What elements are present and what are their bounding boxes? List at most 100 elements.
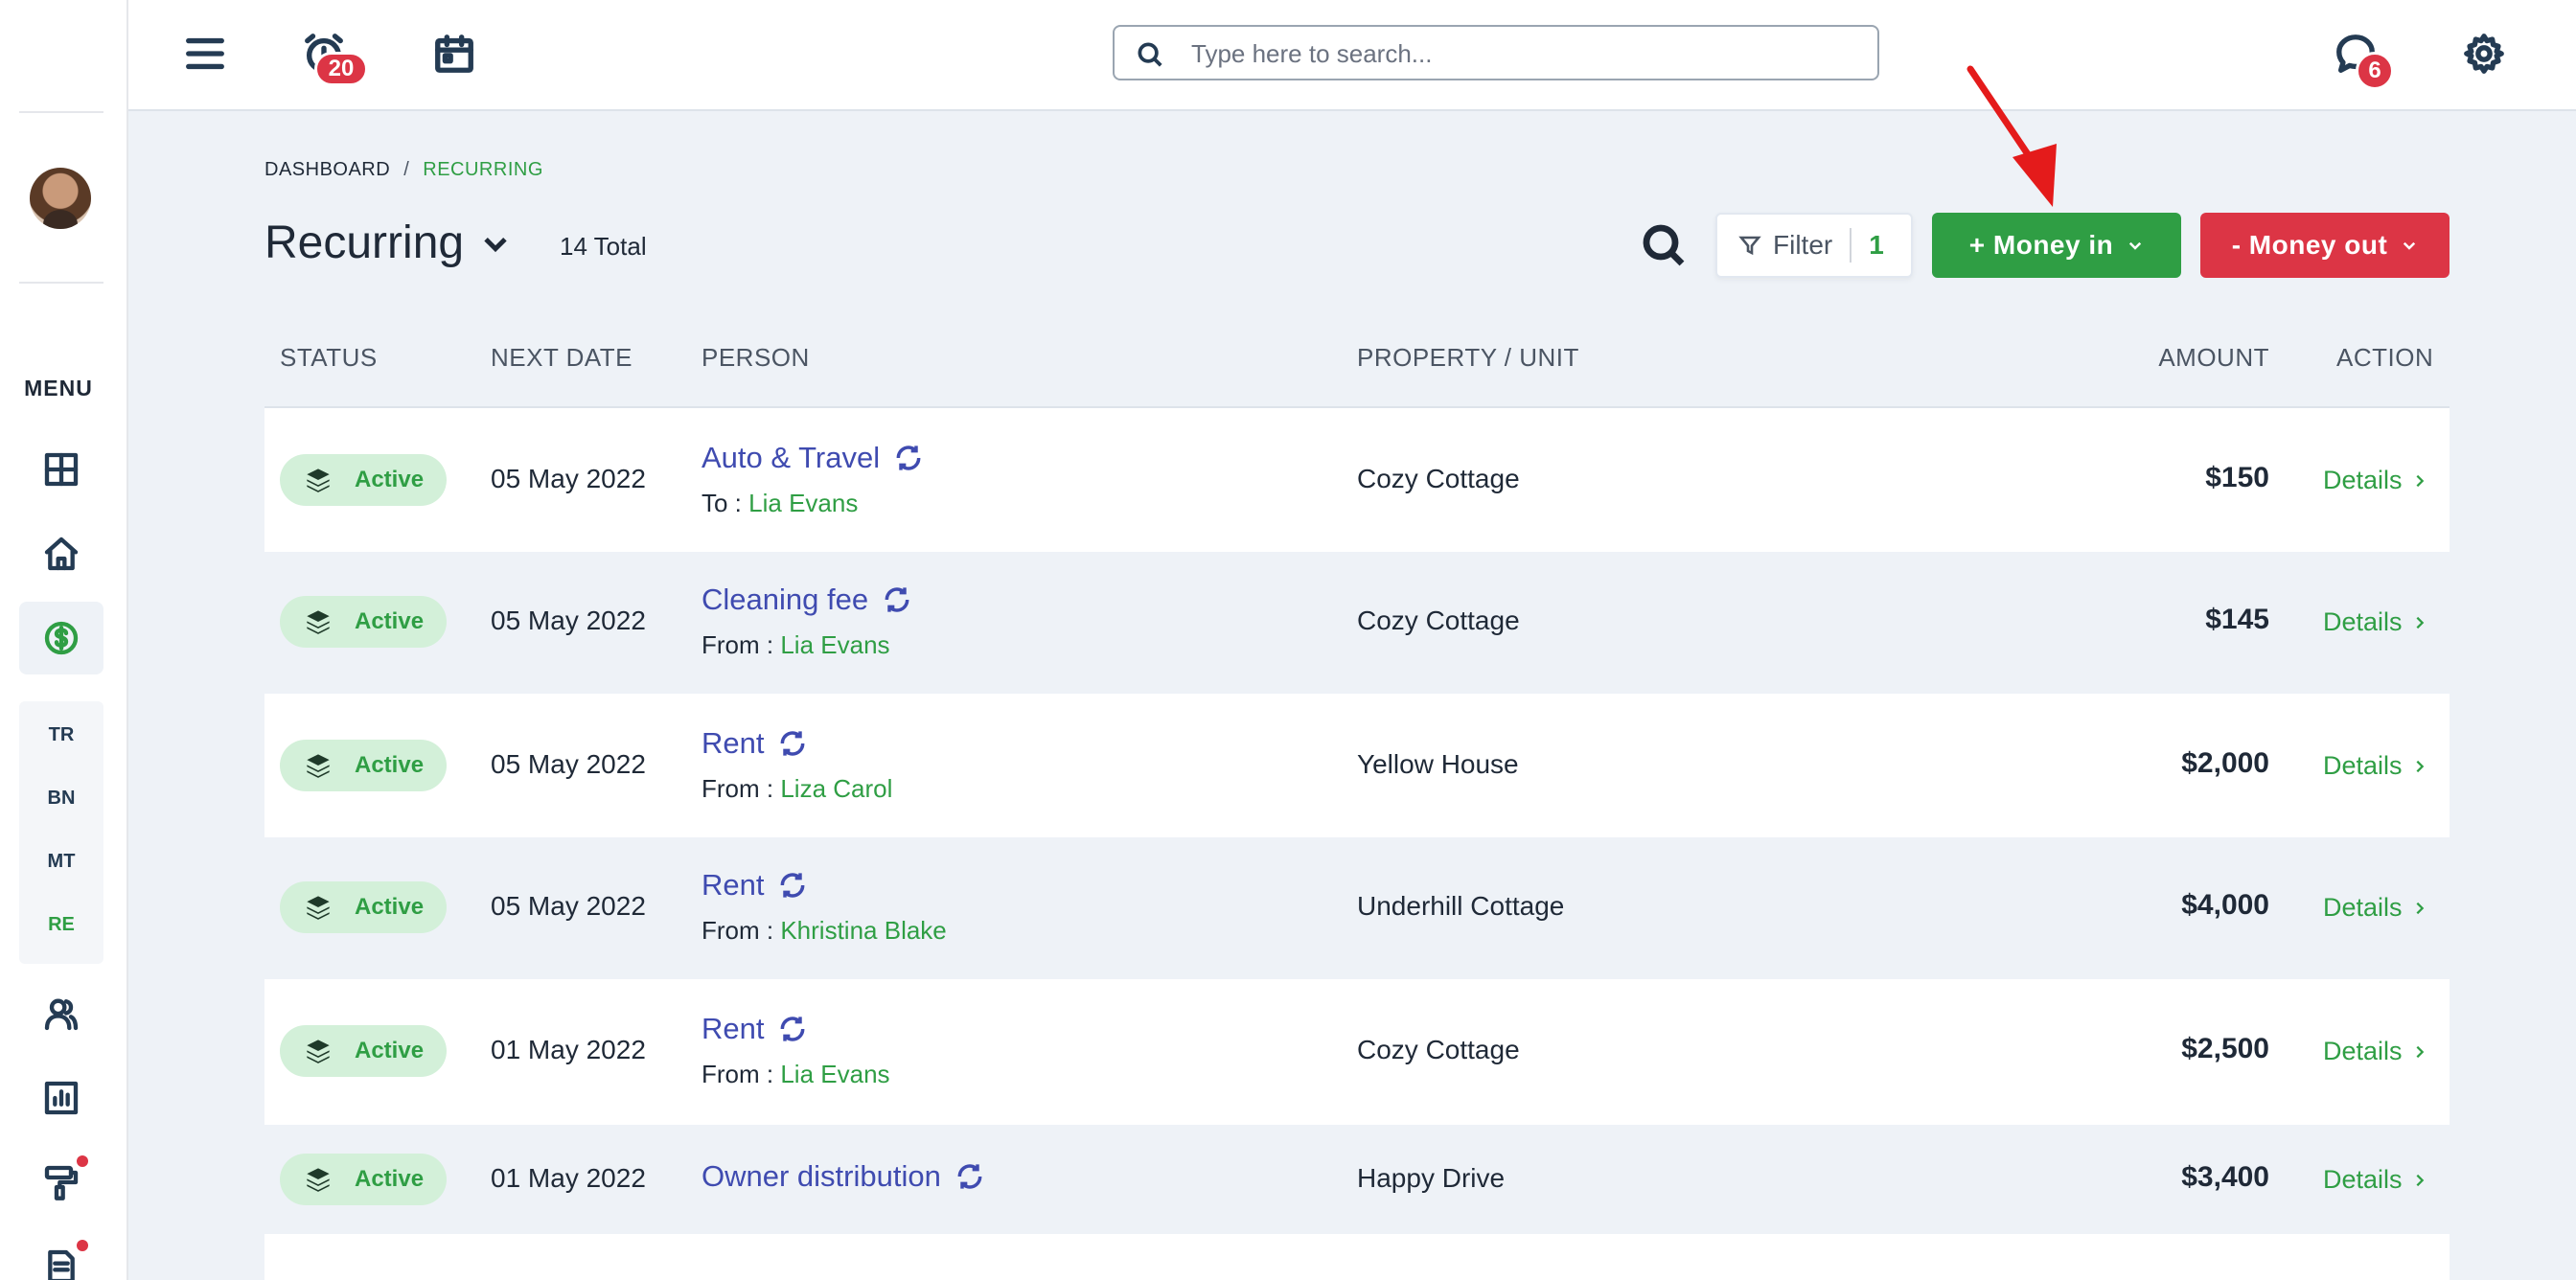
details-link[interactable]: Details	[2323, 466, 2427, 495]
details-link[interactable]: Details	[2323, 607, 2427, 637]
chevron-right-icon	[2416, 902, 2424, 914]
column-header-person[interactable]: PERSON	[702, 343, 810, 373]
person-name-link[interactable]: Liza Carol	[780, 774, 892, 803]
property-unit: Underhill Cottage	[1357, 891, 1565, 921]
details-link[interactable]: Details	[2323, 1165, 2427, 1195]
person-name-link[interactable]: Lia Evans	[748, 489, 858, 517]
direction-label: From :	[702, 916, 774, 945]
person-title: Owner distribution	[702, 1159, 941, 1193]
table-header: STATUS NEXT DATE PERSON PROPERTY / UNIT …	[264, 307, 2450, 408]
topbar: 20 6	[128, 0, 2576, 111]
breadcrumb-separator: /	[403, 159, 410, 180]
calendar-button[interactable]	[427, 27, 481, 80]
details-link[interactable]: Details	[2323, 751, 2427, 781]
next-date: 01 May 2022	[491, 1163, 646, 1193]
chevron-right-icon	[2416, 1174, 2424, 1186]
person-title-link[interactable]: Rent	[702, 726, 808, 761]
direction-label: From :	[702, 630, 774, 659]
property-unit: Yellow House	[1357, 749, 1519, 779]
breadcrumb: DASHBOARD / RECURRING	[264, 159, 543, 181]
sidebar-sub-item-tr[interactable]: TR	[19, 724, 104, 746]
avatar[interactable]	[30, 168, 91, 229]
amount: $4,000	[2181, 889, 2269, 921]
chevron-right-icon	[2416, 616, 2424, 629]
messages-count-badge: 6	[2356, 52, 2394, 90]
home-icon	[44, 537, 79, 571]
sidebar-item-accounting[interactable]	[38, 615, 84, 661]
status-badge: Active	[280, 454, 447, 506]
table-row[interactable]: Active 01 May 2022 Owner distribution Ha…	[264, 1125, 2450, 1234]
money-out-label: - Money out	[2231, 230, 2388, 260]
chevron-right-icon	[2416, 474, 2424, 487]
search-input[interactable]	[1191, 36, 1862, 71]
details-link[interactable]: Details	[2323, 1037, 2427, 1066]
next-date: 05 May 2022	[491, 891, 646, 921]
breadcrumb-dashboard[interactable]: DASHBOARD	[264, 159, 390, 180]
money-in-button[interactable]: + Money in	[1932, 213, 2181, 278]
person-title: Rent	[702, 1012, 765, 1045]
search-box[interactable]	[1113, 25, 1879, 80]
page-title-dropdown[interactable]: Recurring	[264, 217, 512, 269]
person-line: From : Khristina Blake	[702, 916, 947, 946]
status-text: Active	[355, 608, 425, 634]
table-row[interactable]: Active 05 May 2022 Auto & Travel To : Li…	[264, 408, 2450, 552]
column-header-amount[interactable]: AMOUNT	[2158, 343, 2269, 373]
column-header-next-date[interactable]: NEXT DATE	[491, 343, 632, 373]
recurring-table: STATUS NEXT DATE PERSON PROPERTY / UNIT …	[264, 307, 2450, 1280]
sidebar-sub-item-bn[interactable]: BN	[19, 788, 104, 810]
gear-icon	[2464, 34, 2504, 74]
column-header-status[interactable]: STATUS	[280, 343, 378, 373]
person-name-link[interactable]: Lia Evans	[780, 630, 889, 659]
status-text: Active	[355, 1038, 425, 1063]
alarm-count-badge: 20	[314, 52, 368, 86]
chevron-right-icon	[2416, 760, 2424, 772]
sidebar-item-reports[interactable]	[38, 1075, 84, 1121]
layers-icon	[307, 610, 330, 634]
person-title-link[interactable]: Owner distribution	[702, 1159, 985, 1194]
details-link[interactable]: Details	[2323, 893, 2427, 923]
person-title: Rent	[702, 726, 765, 760]
sidebar-sub-item-re[interactable]: RE	[19, 914, 104, 936]
sidebar-item-properties[interactable]	[38, 531, 84, 577]
amount: $2,500	[2181, 1033, 2269, 1064]
person-title: Rent	[702, 868, 765, 902]
direction-label: To :	[702, 489, 742, 517]
sidebar-item-maintenance[interactable]	[38, 1159, 84, 1205]
person-title: Auto & Travel	[702, 441, 881, 474]
amount: $3,400	[2181, 1161, 2269, 1193]
funnel-icon	[1738, 236, 1761, 256]
sidebar-divider	[19, 282, 104, 284]
sidebar-divider	[19, 111, 104, 113]
direction-label: From :	[702, 1060, 774, 1088]
sidebar: MENU TR BN MT RE	[0, 0, 128, 1280]
table-search-button[interactable]	[1641, 222, 1687, 268]
details-label: Details	[2323, 893, 2403, 922]
person-name-link[interactable]: Khristina Blake	[780, 916, 946, 945]
column-header-property[interactable]: PROPERTY / UNIT	[1357, 343, 1579, 373]
table-row[interactable]: Active 01 May 2022 Rent From : Lia Evans…	[264, 979, 2450, 1125]
money-out-button[interactable]: - Money out	[2200, 213, 2450, 278]
filter-button[interactable]: Filter 1	[1715, 213, 1913, 278]
hamburger-menu-button[interactable]	[178, 27, 232, 80]
person-name-link[interactable]: Lia Evans	[780, 1060, 889, 1088]
table-row[interactable]: Active 05 May 2022 Rent From : Khristina…	[264, 837, 2450, 979]
table-row[interactable]: Active 05 May 2022 Rent From : Liza Caro…	[264, 694, 2450, 837]
filter-count: 1	[1869, 230, 1884, 260]
status-badge: Active	[280, 1025, 447, 1077]
chevron-right-icon	[2416, 1045, 2424, 1058]
person-title-link[interactable]: Rent	[702, 1012, 808, 1046]
details-label: Details	[2323, 607, 2403, 636]
person-title-link[interactable]: Auto & Travel	[702, 441, 924, 475]
sidebar-sub-item-mt[interactable]: MT	[19, 851, 104, 873]
settings-button[interactable]	[2457, 27, 2511, 80]
bar-chart-icon	[44, 1081, 79, 1115]
column-header-action: ACTION	[2336, 343, 2434, 372]
person-title-link[interactable]: Cleaning fee	[702, 583, 912, 617]
person-title-link[interactable]: Rent	[702, 868, 808, 903]
sidebar-item-dashboard[interactable]	[38, 446, 84, 492]
status-text: Active	[355, 752, 425, 778]
chevron-down-icon	[484, 237, 507, 252]
sidebar-item-people[interactable]	[38, 991, 84, 1037]
table-row[interactable]: Active 05 May 2022 Cleaning fee From : L…	[264, 552, 2450, 694]
person-line: From : Lia Evans	[702, 1060, 890, 1089]
